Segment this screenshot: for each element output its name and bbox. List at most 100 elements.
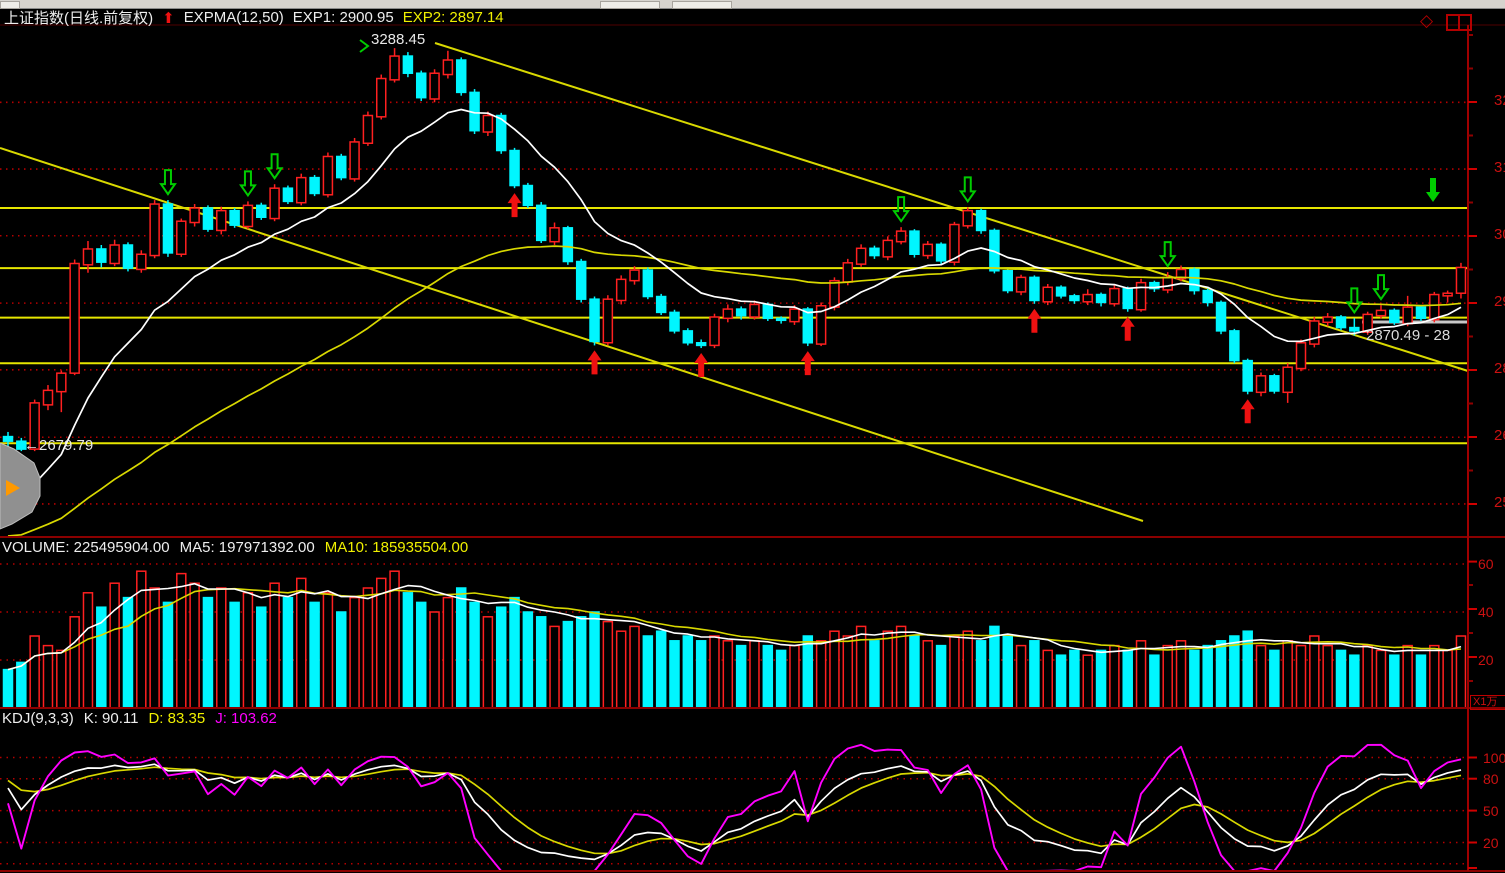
- candle: [1057, 285, 1066, 298]
- volume-bar: [763, 646, 772, 708]
- volume-bar: [1003, 636, 1012, 708]
- volume-bar: [590, 612, 599, 708]
- volume-bar: [870, 641, 879, 708]
- candle: [43, 385, 52, 410]
- volume-bar: [1337, 650, 1346, 708]
- volume-bar: [750, 641, 759, 708]
- candle: [563, 226, 572, 265]
- sell-arrow-icon: [894, 197, 908, 221]
- volume-axis-label: 40: [1478, 605, 1494, 619]
- kdj-axis-label: 20: [1483, 836, 1499, 850]
- candle: [310, 175, 319, 196]
- volume-bar: [190, 583, 199, 708]
- chart-canvas[interactable]: [0, 0, 1505, 873]
- volume-bar: [710, 636, 719, 708]
- candle: [1217, 300, 1226, 334]
- volume-bar: [963, 631, 972, 708]
- candle: [70, 260, 79, 376]
- volume-bar: [523, 612, 532, 708]
- candle: [1123, 287, 1132, 312]
- candle: [270, 184, 279, 221]
- volume-bar: [177, 574, 186, 708]
- sell-arrow-icon: [1374, 275, 1388, 299]
- instrument-title: 上证指数(日线.前复权): [4, 7, 153, 28]
- volume-bar: [857, 626, 866, 708]
- candle: [1337, 315, 1346, 330]
- volume-bar: [43, 646, 52, 708]
- volume-bar: [430, 612, 439, 708]
- volume-bar: [910, 636, 919, 708]
- volume-bar: [1043, 650, 1052, 708]
- volume-bar: [937, 646, 946, 708]
- candle: [217, 207, 226, 235]
- volume-bar: [297, 578, 306, 708]
- volume-bar: [230, 602, 239, 708]
- volume-bar: [1150, 655, 1159, 708]
- volume-bar: [630, 626, 639, 708]
- volume-bar: [537, 617, 546, 708]
- price-axis-label: 2902: [1494, 295, 1505, 309]
- volume-bar: [670, 641, 679, 708]
- candle: [1097, 293, 1106, 307]
- candle: [1190, 267, 1199, 294]
- volume-bar: [57, 650, 66, 708]
- volume-bar: [377, 578, 386, 708]
- volume-bar: [1030, 641, 1039, 708]
- volume-bar: [217, 588, 226, 708]
- volume-axis-label: 60: [1478, 557, 1494, 571]
- volume-bar: [1190, 650, 1199, 708]
- candle: [1203, 289, 1212, 307]
- candle: [857, 244, 866, 266]
- candle: [430, 69, 439, 102]
- volume-ma10-value: MA10: 185935504.00: [325, 539, 468, 556]
- buy-arrow-icon: [1241, 399, 1255, 423]
- volume-bar: [790, 646, 799, 708]
- candle: [57, 371, 66, 413]
- volume-bar: [270, 583, 279, 708]
- candle: [897, 227, 906, 244]
- buy-arrow-icon: [1027, 309, 1041, 333]
- sell-arrow-filled-icon: [1426, 178, 1440, 202]
- price-axis-label: 2699: [1494, 429, 1505, 443]
- candle: [1110, 285, 1119, 306]
- candle: [1270, 374, 1279, 394]
- price-axis-label: 2598: [1494, 496, 1505, 510]
- volume-bar: [830, 631, 839, 708]
- volume-bar: [4, 670, 13, 708]
- kdj-j-line: [8, 745, 1461, 871]
- kdj-header: KDJ(9,3,3) K: 90.11 D: 83.35 J: 103.62: [2, 710, 277, 727]
- candle: [977, 209, 986, 234]
- candle: [537, 202, 546, 243]
- diamond-icon[interactable]: ◇: [1420, 11, 1433, 31]
- candle: [297, 174, 306, 206]
- candle: [617, 275, 626, 304]
- volume-bar: [30, 636, 39, 708]
- split-window-icon[interactable]: [1446, 14, 1472, 31]
- candle: [283, 186, 292, 204]
- sell-arrow-icon: [241, 171, 255, 195]
- candle: [1243, 359, 1252, 395]
- candle: [123, 242, 132, 271]
- volume-bar: [510, 598, 519, 708]
- volume-bar: [123, 598, 132, 708]
- candle: [723, 304, 732, 322]
- volume-bar: [1257, 646, 1266, 708]
- candle: [377, 75, 386, 120]
- volume-bar: [723, 641, 732, 708]
- volume-bar: [323, 593, 332, 708]
- candle: [1443, 291, 1452, 303]
- candle: [683, 328, 692, 345]
- peak-pointer-icon: [360, 40, 368, 52]
- volume-bar: [923, 641, 932, 708]
- volume-bar: [17, 662, 26, 708]
- volume-bar: [697, 641, 706, 708]
- volume-bar: [1297, 646, 1306, 708]
- candle: [1043, 284, 1052, 305]
- candle: [150, 200, 159, 258]
- kdj-j-value: J: 103.62: [215, 710, 277, 727]
- candle: [110, 240, 119, 266]
- trough-price-label: ←2679.79: [24, 437, 93, 454]
- panel-collapse-tab[interactable]: [0, 443, 46, 533]
- volume-bar: [283, 598, 292, 708]
- price-axis-label: 3004: [1494, 228, 1505, 242]
